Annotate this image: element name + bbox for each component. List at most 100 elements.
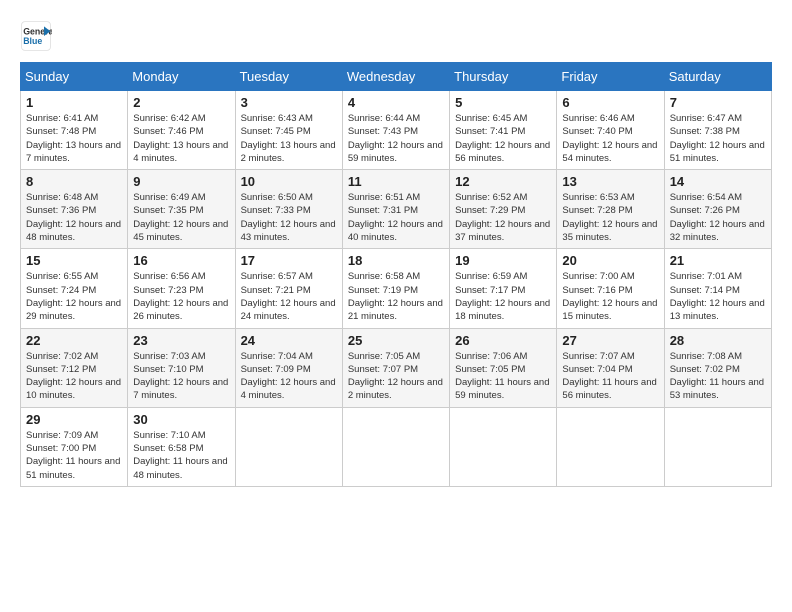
day-detail: Sunrise: 6:52 AM Sunset: 7:29 PM Dayligh…: [455, 191, 551, 244]
day-detail: Sunrise: 7:06 AM Sunset: 7:05 PM Dayligh…: [455, 350, 551, 403]
calendar-cell: 11 Sunrise: 6:51 AM Sunset: 7:31 PM Dayli…: [342, 170, 449, 249]
day-number: 1: [26, 95, 122, 110]
day-detail: Sunrise: 6:41 AM Sunset: 7:48 PM Dayligh…: [26, 112, 122, 165]
day-detail: Sunrise: 6:47 AM Sunset: 7:38 PM Dayligh…: [670, 112, 766, 165]
day-detail: Sunrise: 6:55 AM Sunset: 7:24 PM Dayligh…: [26, 270, 122, 323]
day-detail: Sunrise: 6:43 AM Sunset: 7:45 PM Dayligh…: [241, 112, 337, 165]
calendar-cell: 26 Sunrise: 7:06 AM Sunset: 7:05 PM Dayli…: [450, 328, 557, 407]
calendar-week-1: 1 Sunrise: 6:41 AM Sunset: 7:48 PM Daylig…: [21, 91, 772, 170]
day-detail: Sunrise: 7:02 AM Sunset: 7:12 PM Dayligh…: [26, 350, 122, 403]
day-number: 10: [241, 174, 337, 189]
calendar-cell: 29 Sunrise: 7:09 AM Sunset: 7:00 PM Dayli…: [21, 407, 128, 486]
day-detail: Sunrise: 6:44 AM Sunset: 7:43 PM Dayligh…: [348, 112, 444, 165]
page-header: General Blue: [20, 20, 772, 52]
calendar-cell: 2 Sunrise: 6:42 AM Sunset: 7:46 PM Daylig…: [128, 91, 235, 170]
calendar-week-5: 29 Sunrise: 7:09 AM Sunset: 7:00 PM Dayli…: [21, 407, 772, 486]
day-detail: Sunrise: 7:10 AM Sunset: 6:58 PM Dayligh…: [133, 429, 229, 482]
calendar-cell: 30 Sunrise: 7:10 AM Sunset: 6:58 PM Dayli…: [128, 407, 235, 486]
header-cell-saturday: Saturday: [664, 63, 771, 91]
header-cell-thursday: Thursday: [450, 63, 557, 91]
logo-icon: General Blue: [20, 20, 52, 52]
calendar-cell: 8Sunrise: 6:48 AM Sunset: 7:36 PM Daylig…: [21, 170, 128, 249]
day-detail: Sunrise: 7:08 AM Sunset: 7:02 PM Dayligh…: [670, 350, 766, 403]
calendar-cell: 16 Sunrise: 6:56 AM Sunset: 7:23 PM Dayli…: [128, 249, 235, 328]
day-detail: Sunrise: 6:51 AM Sunset: 7:31 PM Dayligh…: [348, 191, 444, 244]
header-cell-wednesday: Wednesday: [342, 63, 449, 91]
calendar-cell: 22 Sunrise: 7:02 AM Sunset: 7:12 PM Dayli…: [21, 328, 128, 407]
calendar-cell: 27Sunrise: 7:07 AM Sunset: 7:04 PM Dayli…: [557, 328, 664, 407]
calendar-cell: 10 Sunrise: 6:50 AM Sunset: 7:33 PM Dayli…: [235, 170, 342, 249]
day-number: 30: [133, 412, 229, 427]
day-detail: Sunrise: 7:03 AM Sunset: 7:10 PM Dayligh…: [133, 350, 229, 403]
day-number: 5: [455, 95, 551, 110]
day-detail: Sunrise: 7:04 AM Sunset: 7:09 PM Dayligh…: [241, 350, 337, 403]
svg-text:Blue: Blue: [23, 36, 42, 46]
day-detail: Sunrise: 7:00 AM Sunset: 7:16 PM Dayligh…: [562, 270, 658, 323]
calendar-body: 1 Sunrise: 6:41 AM Sunset: 7:48 PM Daylig…: [21, 91, 772, 487]
day-detail: Sunrise: 7:05 AM Sunset: 7:07 PM Dayligh…: [348, 350, 444, 403]
day-number: 19: [455, 253, 551, 268]
calendar-cell: 9 Sunrise: 6:49 AM Sunset: 7:35 PM Daylig…: [128, 170, 235, 249]
day-number: 28: [670, 333, 766, 348]
calendar-table: SundayMondayTuesdayWednesdayThursdayFrid…: [20, 62, 772, 487]
day-number: 26: [455, 333, 551, 348]
day-number: 2: [133, 95, 229, 110]
calendar-cell: 4Sunrise: 6:44 AM Sunset: 7:43 PM Daylig…: [342, 91, 449, 170]
calendar-cell: 20 Sunrise: 7:00 AM Sunset: 7:16 PM Dayli…: [557, 249, 664, 328]
calendar-cell: 25 Sunrise: 7:05 AM Sunset: 7:07 PM Dayli…: [342, 328, 449, 407]
calendar-cell: 24Sunrise: 7:04 AM Sunset: 7:09 PM Dayli…: [235, 328, 342, 407]
calendar-cell: [664, 407, 771, 486]
calendar-cell: 21Sunrise: 7:01 AM Sunset: 7:14 PM Dayli…: [664, 249, 771, 328]
day-number: 16: [133, 253, 229, 268]
day-detail: Sunrise: 6:42 AM Sunset: 7:46 PM Dayligh…: [133, 112, 229, 165]
calendar-cell: 19 Sunrise: 6:59 AM Sunset: 7:17 PM Dayli…: [450, 249, 557, 328]
calendar-cell: 15 Sunrise: 6:55 AM Sunset: 7:24 PM Dayli…: [21, 249, 128, 328]
header-cell-friday: Friday: [557, 63, 664, 91]
day-number: 29: [26, 412, 122, 427]
day-number: 23: [133, 333, 229, 348]
day-detail: Sunrise: 7:09 AM Sunset: 7:00 PM Dayligh…: [26, 429, 122, 482]
day-number: 25: [348, 333, 444, 348]
day-number: 8: [26, 174, 122, 189]
calendar-cell: [342, 407, 449, 486]
calendar-cell: 7 Sunrise: 6:47 AM Sunset: 7:38 PM Daylig…: [664, 91, 771, 170]
header-row: SundayMondayTuesdayWednesdayThursdayFrid…: [21, 63, 772, 91]
day-number: 21: [670, 253, 766, 268]
calendar-cell: [450, 407, 557, 486]
calendar-cell: 28 Sunrise: 7:08 AM Sunset: 7:02 PM Dayli…: [664, 328, 771, 407]
calendar-cell: 12Sunrise: 6:52 AM Sunset: 7:29 PM Dayli…: [450, 170, 557, 249]
day-detail: Sunrise: 6:57 AM Sunset: 7:21 PM Dayligh…: [241, 270, 337, 323]
day-number: 22: [26, 333, 122, 348]
day-detail: Sunrise: 6:50 AM Sunset: 7:33 PM Dayligh…: [241, 191, 337, 244]
calendar-cell: [235, 407, 342, 486]
calendar-cell: 14Sunrise: 6:54 AM Sunset: 7:26 PM Dayli…: [664, 170, 771, 249]
day-detail: Sunrise: 6:58 AM Sunset: 7:19 PM Dayligh…: [348, 270, 444, 323]
day-detail: Sunrise: 6:45 AM Sunset: 7:41 PM Dayligh…: [455, 112, 551, 165]
day-number: 3: [241, 95, 337, 110]
header-cell-tuesday: Tuesday: [235, 63, 342, 91]
calendar-cell: [557, 407, 664, 486]
header-cell-sunday: Sunday: [21, 63, 128, 91]
calendar-week-3: 15 Sunrise: 6:55 AM Sunset: 7:24 PM Dayli…: [21, 249, 772, 328]
calendar-cell: 23 Sunrise: 7:03 AM Sunset: 7:10 PM Dayli…: [128, 328, 235, 407]
calendar-week-4: 22 Sunrise: 7:02 AM Sunset: 7:12 PM Dayli…: [21, 328, 772, 407]
calendar-header: SundayMondayTuesdayWednesdayThursdayFrid…: [21, 63, 772, 91]
day-detail: Sunrise: 6:53 AM Sunset: 7:28 PM Dayligh…: [562, 191, 658, 244]
day-number: 13: [562, 174, 658, 189]
calendar-cell: 5 Sunrise: 6:45 AM Sunset: 7:41 PM Daylig…: [450, 91, 557, 170]
day-detail: Sunrise: 6:54 AM Sunset: 7:26 PM Dayligh…: [670, 191, 766, 244]
day-detail: Sunrise: 6:56 AM Sunset: 7:23 PM Dayligh…: [133, 270, 229, 323]
day-number: 11: [348, 174, 444, 189]
day-detail: Sunrise: 7:07 AM Sunset: 7:04 PM Dayligh…: [562, 350, 658, 403]
calendar-cell: 17Sunrise: 6:57 AM Sunset: 7:21 PM Dayli…: [235, 249, 342, 328]
day-number: 20: [562, 253, 658, 268]
calendar-cell: 3 Sunrise: 6:43 AM Sunset: 7:45 PM Daylig…: [235, 91, 342, 170]
day-detail: Sunrise: 6:49 AM Sunset: 7:35 PM Dayligh…: [133, 191, 229, 244]
calendar-cell: 18Sunrise: 6:58 AM Sunset: 7:19 PM Dayli…: [342, 249, 449, 328]
calendar-week-2: 8Sunrise: 6:48 AM Sunset: 7:36 PM Daylig…: [21, 170, 772, 249]
header-cell-monday: Monday: [128, 63, 235, 91]
day-number: 9: [133, 174, 229, 189]
day-number: 7: [670, 95, 766, 110]
day-number: 15: [26, 253, 122, 268]
day-detail: Sunrise: 6:59 AM Sunset: 7:17 PM Dayligh…: [455, 270, 551, 323]
